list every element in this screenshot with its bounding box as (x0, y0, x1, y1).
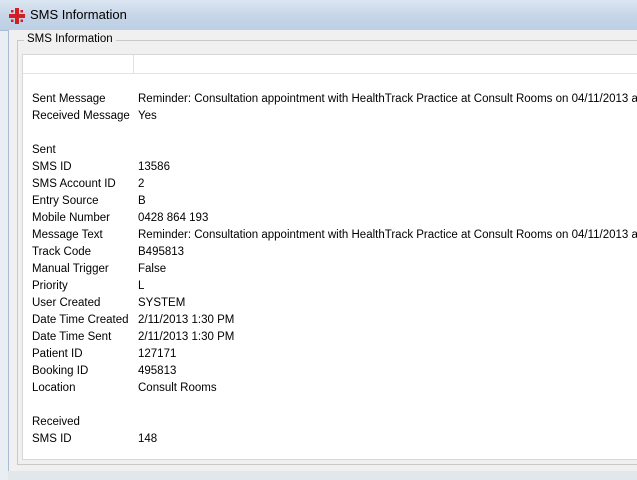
row-value: Reminder: Consultation appointment with … (138, 229, 637, 241)
title-bar[interactable]: SMS Information (0, 0, 637, 31)
section-row: Received (23, 414, 637, 431)
window-title: SMS Information (30, 7, 127, 22)
row-value: False (138, 263, 167, 275)
table-row: Date Time Sent 2/11/2013 1:30 PM (23, 329, 637, 346)
row-value: L (138, 280, 145, 292)
info-grid[interactable]: Sent Message Reminder: Consultation appoi… (22, 54, 637, 460)
table-row: SMS Account ID 2 (23, 176, 637, 193)
row-value: 148 (138, 433, 158, 445)
red-cross-icon (9, 8, 25, 24)
blank-row (23, 74, 637, 91)
group-label: SMS Information (24, 33, 116, 45)
header-divider (133, 55, 134, 73)
row-value: SYSTEM (138, 297, 186, 309)
table-row: SMS ID 13586 (23, 159, 637, 176)
grid-header-row (23, 55, 637, 74)
row-label: Patient ID (32, 348, 83, 360)
row-label: Entry Source (32, 195, 99, 207)
row-value: 495813 (138, 365, 177, 377)
section-row: Sent (23, 142, 637, 159)
table-row: Booking ID 495813 (23, 363, 637, 380)
window-client: SMS Information Sent Message Reminder: Co… (8, 30, 637, 471)
row-label: Manual Trigger (32, 263, 109, 275)
table-row: Entry Source B (23, 193, 637, 210)
row-value: 127171 (138, 348, 177, 360)
row-value: Yes (138, 110, 157, 122)
status-strip (8, 471, 637, 480)
row-value: B495813 (138, 246, 185, 258)
row-value: B (138, 195, 146, 207)
table-row: Manual Trigger False (23, 261, 637, 278)
row-value: 13586 (138, 161, 170, 173)
grid-rows: Sent Message Reminder: Consultation appoi… (23, 74, 637, 448)
row-value: 0428 864 193 (138, 212, 209, 224)
table-row: Track Code B495813 (23, 244, 637, 261)
row-label: SMS ID (32, 161, 72, 173)
row-value: 2/11/2013 1:30 PM (138, 314, 235, 326)
table-row: Priority L (23, 278, 637, 295)
row-label: SMS ID (32, 433, 72, 445)
row-value: 2 (138, 178, 145, 190)
section-heading: Sent (32, 144, 56, 156)
row-label: User Created (32, 297, 101, 309)
row-label: Message Text (32, 229, 103, 241)
blank-row (23, 397, 637, 414)
section-heading: Received (32, 416, 80, 428)
table-row: Patient ID 127171 (23, 346, 637, 363)
row-label: Date Time Created (32, 314, 129, 326)
row-label: Date Time Sent (32, 331, 112, 343)
table-row: Sent Message Reminder: Consultation appoi… (23, 91, 637, 108)
row-label: Track Code (32, 246, 92, 258)
row-label: Booking ID (32, 365, 89, 377)
table-row: SMS ID 148 (23, 431, 637, 448)
row-value: Reminder: Consultation appointment with … (138, 93, 637, 105)
table-row: Date Time Created 2/11/2013 1:30 PM (23, 312, 637, 329)
row-label: SMS Account ID (32, 178, 116, 190)
table-row: Received Message Yes (23, 108, 637, 125)
table-row: Mobile Number 0428 864 193 (23, 210, 637, 227)
blank-row (23, 125, 637, 142)
row-value: Consult Rooms (138, 382, 217, 394)
table-row: User Created SYSTEM (23, 295, 637, 312)
table-row: Message Text Reminder: Consultation appoi… (23, 227, 637, 244)
row-label: Priority (32, 280, 68, 292)
row-label: Sent Message (32, 93, 106, 105)
table-row: Location Consult Rooms (23, 380, 637, 397)
row-label: Received Message (32, 110, 130, 122)
sms-information-group: SMS Information Sent Message Reminder: Co… (17, 33, 637, 465)
row-label: Mobile Number (32, 212, 110, 224)
row-value: 2/11/2013 1:30 PM (138, 331, 235, 343)
row-label: Location (32, 382, 76, 394)
